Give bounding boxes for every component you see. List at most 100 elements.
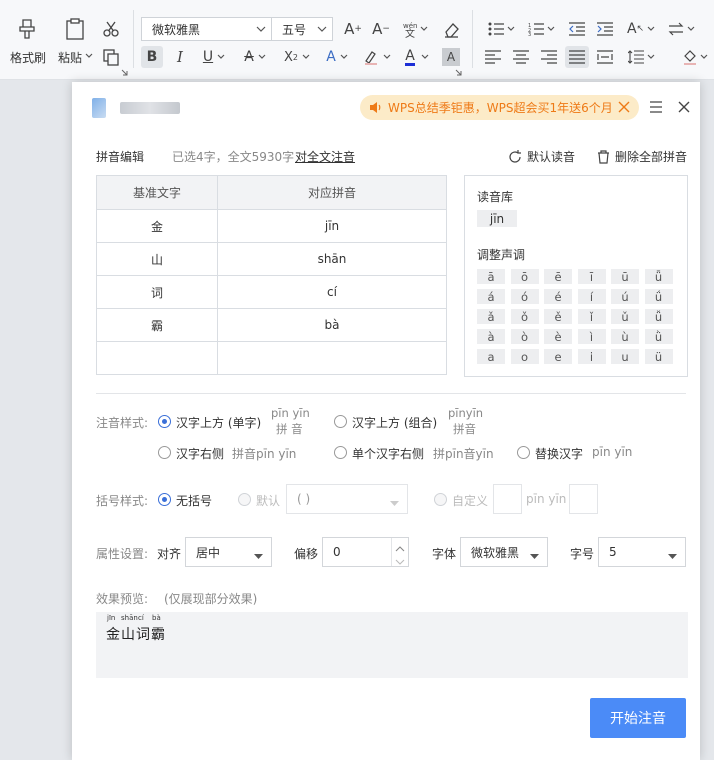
style-radio-above-single[interactable] bbox=[158, 415, 171, 428]
paste-icon[interactable] bbox=[62, 16, 88, 42]
table-row[interactable]: 霸 bà bbox=[96, 308, 447, 342]
tone-option[interactable]: ù bbox=[611, 329, 639, 344]
pinyin-cell[interactable]: jīn bbox=[217, 209, 447, 243]
highlight-icon[interactable] bbox=[360, 46, 394, 68]
style-option-label[interactable]: 汉字上方 (单字) bbox=[176, 414, 261, 431]
tone-option[interactable]: ē bbox=[544, 269, 572, 284]
paste-dropdown-icon[interactable] bbox=[84, 51, 94, 61]
tone-option[interactable]: ǎ bbox=[477, 309, 505, 324]
stepper-up-icon[interactable] bbox=[395, 541, 405, 555]
superscript-icon[interactable]: X2 bbox=[280, 46, 314, 68]
cut-icon[interactable] bbox=[100, 18, 122, 40]
tone-option[interactable]: é bbox=[544, 289, 572, 304]
line-spacing-icon[interactable] bbox=[624, 46, 658, 68]
stepper-down-icon[interactable] bbox=[395, 555, 405, 569]
style-option-label[interactable]: 替换汉字 bbox=[535, 445, 583, 462]
phonetic-guide-icon[interactable]: wén 文 bbox=[398, 18, 432, 40]
char-shading-icon[interactable]: A bbox=[442, 48, 460, 66]
align-right-icon[interactable] bbox=[538, 46, 560, 68]
shading-fill-icon[interactable] bbox=[680, 46, 710, 68]
font-name-select[interactable]: 微软雅黑 bbox=[141, 17, 272, 41]
tone-option[interactable]: u bbox=[611, 349, 639, 364]
tone-option[interactable]: ì bbox=[577, 329, 606, 344]
tone-option[interactable]: è bbox=[544, 329, 572, 344]
bracket-right-input[interactable] bbox=[569, 484, 598, 514]
font-dialog-launcher-icon[interactable] bbox=[454, 68, 462, 76]
tone-option[interactable]: ū bbox=[611, 269, 639, 284]
pinyin-cell[interactable]: bà bbox=[217, 308, 447, 342]
tone-option[interactable]: í bbox=[577, 289, 606, 304]
font-color-icon[interactable]: A bbox=[400, 46, 434, 68]
tone-option[interactable]: ī bbox=[577, 269, 606, 284]
tone-option[interactable]: ǐ bbox=[577, 309, 606, 324]
tone-option[interactable]: o bbox=[510, 349, 539, 364]
bracket-radio-default[interactable] bbox=[238, 493, 251, 506]
italic-icon[interactable]: I bbox=[169, 46, 191, 68]
promo-banner[interactable]: WPS总结季钜惠，WPS超会买1年送6个月 bbox=[360, 95, 639, 120]
delete-all-pinyin-button[interactable]: 删除全部拼音 bbox=[597, 148, 687, 165]
tone-option[interactable]: e bbox=[544, 349, 572, 364]
start-annotate-button[interactable]: 开始注音 bbox=[590, 698, 686, 738]
shrink-font-icon[interactable]: A − bbox=[370, 18, 392, 40]
table-row[interactable]: 山 shān bbox=[96, 242, 447, 276]
reading-option[interactable]: jīn bbox=[477, 210, 517, 227]
tone-option[interactable]: ǖ bbox=[644, 269, 673, 284]
bracket-radio-none[interactable] bbox=[158, 493, 171, 506]
bracket-left-input[interactable] bbox=[493, 484, 522, 514]
bold-icon[interactable]: B bbox=[141, 46, 163, 68]
style-option-label[interactable]: 汉字右侧 bbox=[176, 445, 224, 462]
pinyin-cell[interactable]: shān bbox=[217, 242, 447, 276]
tone-option[interactable]: á bbox=[477, 289, 505, 304]
style-option-label[interactable]: 汉字上方 (组合) bbox=[352, 414, 437, 431]
menu-icon[interactable] bbox=[649, 101, 665, 115]
tone-option[interactable]: ǜ bbox=[644, 329, 673, 344]
tone-option[interactable]: ò bbox=[510, 329, 539, 344]
tone-option[interactable]: ǔ bbox=[611, 309, 639, 324]
tone-option[interactable]: ǘ bbox=[644, 289, 673, 304]
align-left-icon[interactable] bbox=[482, 46, 504, 68]
tone-option[interactable]: ǚ bbox=[644, 309, 673, 324]
pinyin-cell[interactable]: cí bbox=[217, 275, 447, 309]
bracket-default-label[interactable]: 默认 bbox=[256, 492, 280, 509]
clear-format-icon[interactable] bbox=[440, 18, 462, 40]
text-direction-icon[interactable] bbox=[664, 18, 698, 40]
promo-close-icon[interactable] bbox=[618, 101, 630, 116]
bracket-radio-custom[interactable] bbox=[434, 493, 447, 506]
size-select[interactable]: 5 bbox=[598, 537, 686, 567]
style-radio-replace[interactable] bbox=[517, 446, 530, 459]
tone-option[interactable]: ú bbox=[611, 289, 639, 304]
grow-font-icon[interactable]: A + bbox=[342, 18, 364, 40]
style-radio-single-right[interactable] bbox=[334, 446, 347, 459]
format-painter-label[interactable]: 格式刷 bbox=[10, 49, 46, 66]
align-center-icon[interactable] bbox=[510, 46, 532, 68]
default-reading-button[interactable]: 默认读音 bbox=[508, 148, 575, 165]
tone-option[interactable]: ü bbox=[644, 349, 673, 364]
tone-option[interactable]: i bbox=[577, 349, 606, 364]
clipboard-launcher-icon[interactable] bbox=[120, 68, 128, 76]
tone-option[interactable]: ǒ bbox=[510, 309, 539, 324]
bracket-custom-label[interactable]: 自定义 bbox=[452, 492, 488, 509]
tone-option[interactable]: à bbox=[477, 329, 505, 344]
font-select[interactable]: 微软雅黑 bbox=[460, 537, 548, 567]
table-row[interactable]: 词 cí bbox=[96, 275, 447, 309]
justify-icon[interactable] bbox=[565, 46, 589, 68]
strikethrough-icon[interactable]: A bbox=[238, 46, 272, 68]
offset-stepper[interactable]: 0 bbox=[322, 537, 409, 567]
text-effect-icon[interactable]: A bbox=[320, 46, 354, 68]
style-radio-above-combined[interactable] bbox=[334, 415, 347, 428]
full-text-annotate-link[interactable]: 对全文注音 bbox=[295, 148, 355, 165]
pinyin-cell[interactable] bbox=[217, 341, 447, 375]
table-row[interactable] bbox=[96, 341, 447, 375]
decrease-indent-icon[interactable] bbox=[566, 18, 588, 40]
font-size-select[interactable]: 五号 bbox=[271, 17, 333, 41]
numbered-list-icon[interactable]: 123 bbox=[524, 18, 558, 40]
change-case-icon[interactable]: A ↖ bbox=[624, 18, 658, 40]
bracket-default-select[interactable]: ( ) bbox=[286, 484, 408, 514]
paste-label[interactable]: 粘贴 bbox=[58, 49, 82, 66]
distributed-align-icon[interactable] bbox=[594, 46, 616, 68]
copy-icon[interactable] bbox=[100, 46, 122, 68]
style-radio-right[interactable] bbox=[158, 446, 171, 459]
tone-option[interactable]: ō bbox=[510, 269, 539, 284]
style-option-label[interactable]: 单个汉字右侧 bbox=[352, 445, 424, 462]
underline-icon[interactable]: U bbox=[197, 46, 231, 68]
